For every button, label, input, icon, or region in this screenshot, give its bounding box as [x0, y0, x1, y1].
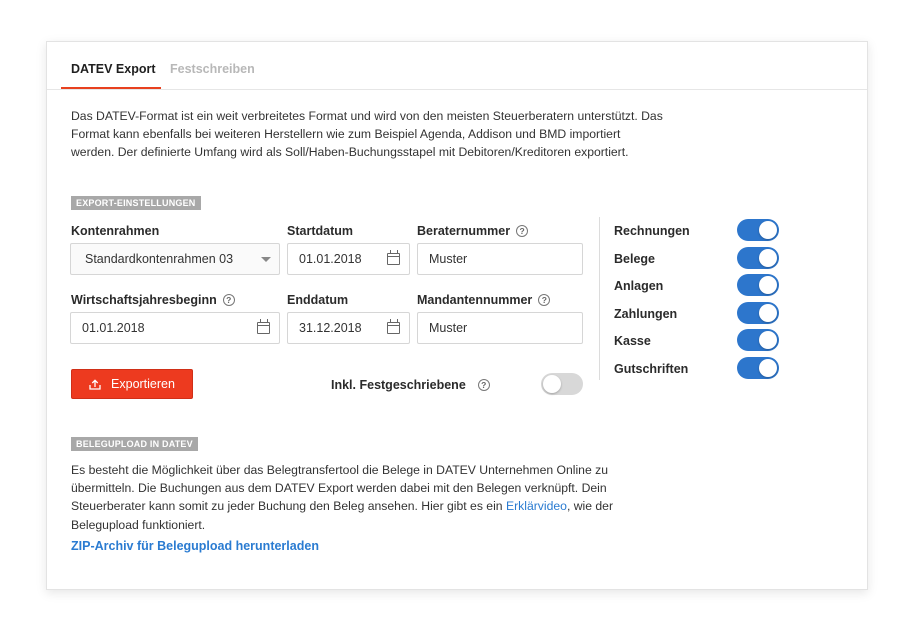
- mandantennummer-input[interactable]: Muster: [417, 312, 583, 344]
- toggle-knob: [759, 276, 777, 294]
- zip-download-link[interactable]: ZIP-Archiv für Belegupload herunterladen: [71, 539, 319, 553]
- belegupload-heading: BELEGUPLOAD IN DATEV: [71, 437, 198, 451]
- toggle-anlagen[interactable]: [737, 274, 779, 296]
- beraternummer-input[interactable]: Muster: [417, 243, 583, 275]
- wirtschaftsjahresbeginn-label-text: Wirtschaftsjahresbeginn: [71, 293, 217, 307]
- toggle-knob: [543, 375, 561, 393]
- toggle-belege[interactable]: [737, 247, 779, 269]
- kontenrahmen-select[interactable]: Standardkontenrahmen 03: [70, 243, 280, 275]
- calendar-icon[interactable]: [257, 319, 270, 334]
- option-label-gutschriften: Gutschriften: [614, 362, 689, 376]
- intro-text: Das DATEV-Format ist ein weit verbreitet…: [71, 107, 663, 162]
- toggle-knob: [759, 304, 777, 322]
- toggle-gutschriften[interactable]: [737, 357, 779, 379]
- toggle-knob: [759, 331, 777, 349]
- export-button-label: Exportieren: [111, 377, 175, 391]
- inkl-festgeschriebene-label-text: Inkl. Festgeschriebene: [331, 378, 466, 392]
- enddatum-value: 31.12.2018: [299, 321, 362, 335]
- belegupload-line: Belegupload funktioniert.: [71, 517, 206, 532]
- startdatum-label: Startdatum: [287, 224, 353, 238]
- intro-line: Das DATEV-Format ist ein weit verbreitet…: [71, 109, 663, 123]
- help-icon[interactable]: ?: [222, 294, 235, 306]
- tab-datev-export[interactable]: DATEV Export: [71, 62, 156, 76]
- intro-line: werden. Der definierte Umfang wird als S…: [71, 145, 629, 160]
- upload-icon: [89, 378, 101, 390]
- toggle-zahlungen[interactable]: [737, 302, 779, 324]
- mandantennummer-label: Mandantennummer ?: [417, 293, 551, 307]
- option-label-rechnungen: Rechnungen: [614, 224, 690, 238]
- help-icon[interactable]: ?: [516, 225, 529, 237]
- toggle-knob: [759, 249, 777, 267]
- vertical-divider: [599, 217, 600, 380]
- startdatum-input[interactable]: 01.01.2018: [287, 243, 410, 275]
- erklaervideo-link[interactable]: Erklärvideo: [506, 499, 567, 513]
- enddatum-label-text: Enddatum: [287, 293, 349, 307]
- toggle-kasse[interactable]: [737, 329, 779, 351]
- wirtschaftsjahresbeginn-label: Wirtschaftsjahresbeginn ?: [71, 293, 235, 307]
- calendar-icon[interactable]: [387, 319, 400, 334]
- toggle-rechnungen[interactable]: [737, 219, 779, 241]
- kontenrahmen-label: Kontenrahmen: [71, 224, 159, 238]
- active-tab-indicator: [61, 87, 161, 89]
- kontenrahmen-label-text: Kontenrahmen: [71, 224, 160, 238]
- chevron-down-icon: [261, 257, 271, 262]
- toggle-knob: [759, 359, 777, 377]
- kontenrahmen-value: Standardkontenrahmen 03: [85, 252, 234, 266]
- belegupload-line-text: Steuerberater kann somit zu jeder Buchun…: [71, 499, 506, 514]
- belegupload-line: übermitteln. Die Buchungen aus dem DATEV…: [71, 481, 607, 496]
- startdatum-value: 01.01.2018: [299, 252, 362, 266]
- enddatum-input[interactable]: 31.12.2018: [287, 312, 410, 344]
- calendar-icon[interactable]: [387, 250, 400, 265]
- option-label-belege: Belege: [614, 252, 655, 266]
- export-button[interactable]: Exportieren: [71, 369, 193, 399]
- inkl-festgeschriebene-toggle[interactable]: [541, 373, 583, 395]
- help-icon[interactable]: ?: [538, 294, 551, 306]
- intro-line: Format kann ebenfalls bei weiteren Herst…: [71, 127, 621, 142]
- option-label-kasse: Kasse: [614, 334, 651, 348]
- toggle-knob: [759, 221, 777, 239]
- tab-bar: DATEV Export Festschreiben: [47, 42, 867, 90]
- belegupload-line: Steuerberater kann somit zu jeder Buchun…: [71, 497, 613, 515]
- help-icon[interactable]: ?: [477, 379, 490, 391]
- beraternummer-label: Beraternummer ?: [417, 224, 529, 238]
- enddatum-label: Enddatum: [287, 293, 348, 307]
- beraternummer-value: Muster: [429, 252, 468, 266]
- belegupload-line-text: , wie der: [566, 499, 613, 514]
- option-label-zahlungen: Zahlungen: [614, 307, 678, 321]
- inkl-festgeschriebene-label: Inkl. Festgeschriebene ?: [331, 378, 490, 392]
- datev-export-card: DATEV Export Festschreiben Das DATEV-For…: [46, 41, 868, 590]
- wirtschaftsjahresbeginn-input[interactable]: 01.01.2018: [70, 312, 280, 344]
- mandantennummer-label-text: Mandantennummer: [417, 293, 533, 307]
- beraternummer-label-text: Beraternummer: [417, 224, 511, 238]
- belegupload-line: Es besteht die Möglichkeit über das Bele…: [71, 463, 608, 477]
- mandantennummer-value: Muster: [429, 321, 468, 335]
- tab-festschreiben[interactable]: Festschreiben: [170, 62, 255, 76]
- startdatum-label-text: Startdatum: [287, 224, 353, 238]
- option-label-anlagen: Anlagen: [614, 279, 664, 293]
- wirtschaftsjahresbeginn-value: 01.01.2018: [82, 321, 145, 335]
- belegupload-text: Es besteht die Möglichkeit über das Bele…: [71, 461, 613, 534]
- export-settings-heading: EXPORT-EINSTELLUNGEN: [71, 196, 201, 210]
